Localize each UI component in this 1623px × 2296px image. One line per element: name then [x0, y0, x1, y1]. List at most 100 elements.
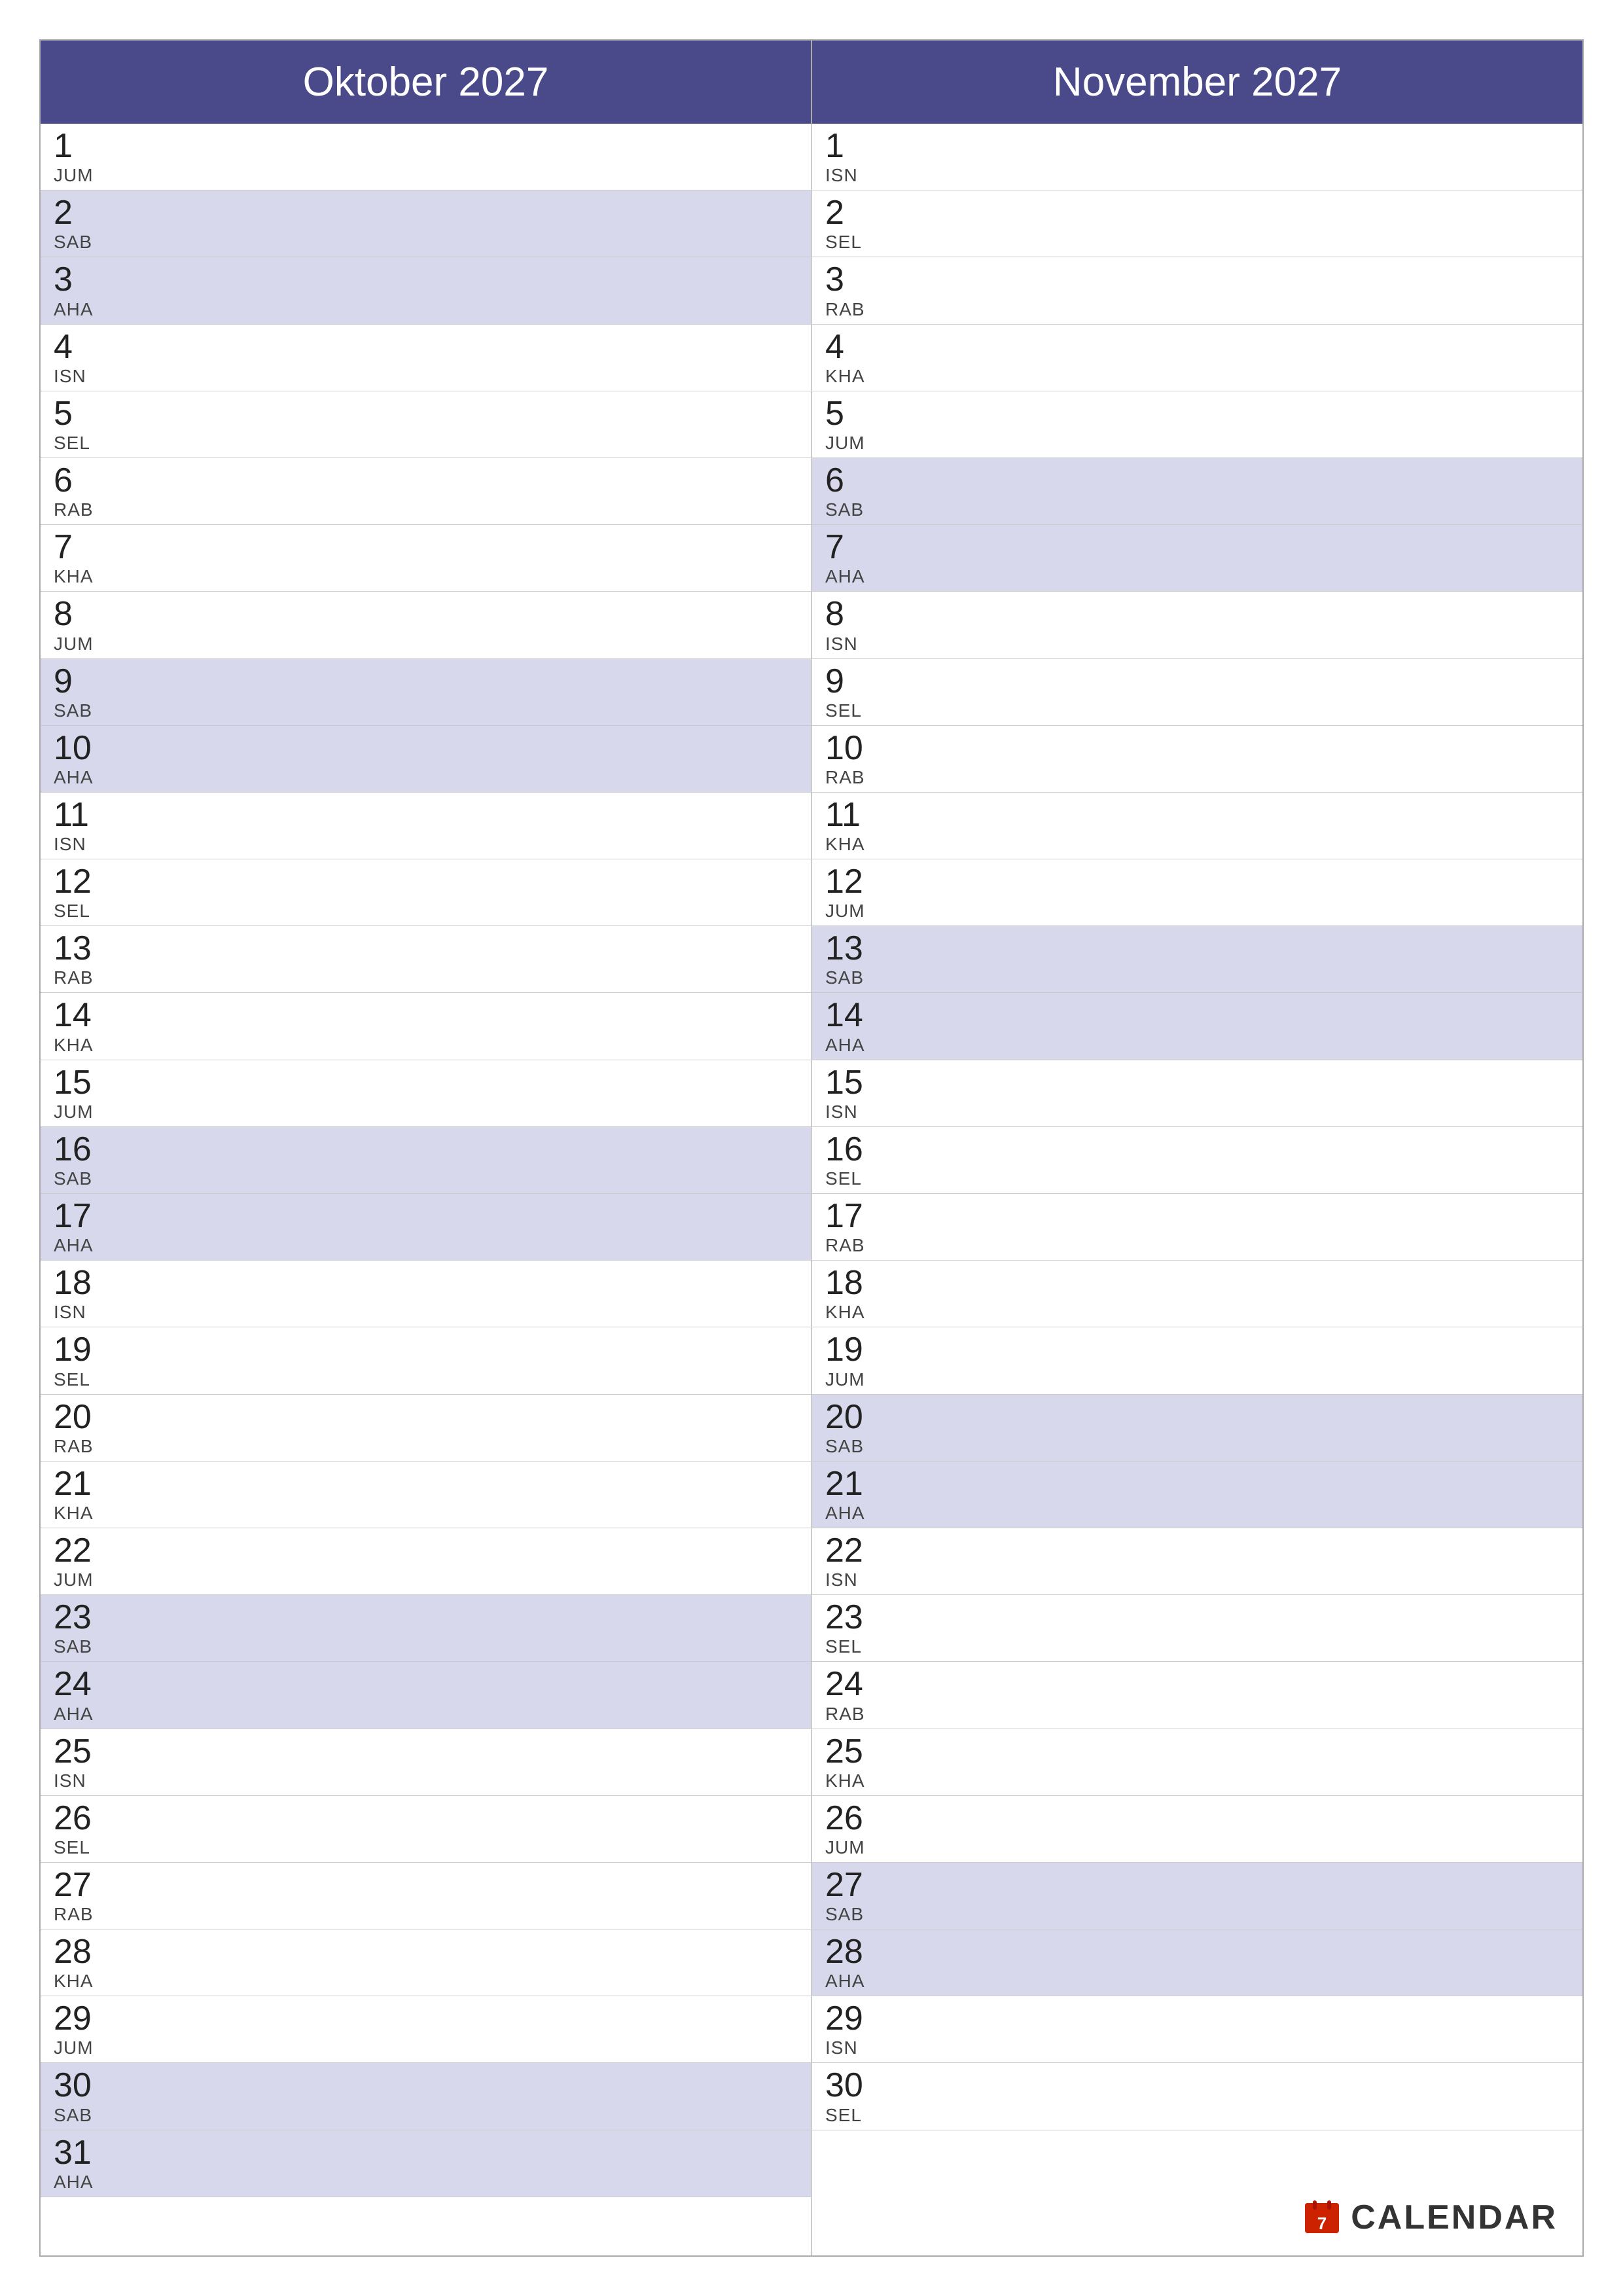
day-number: 10: [54, 730, 798, 767]
day-row: 4ISN: [41, 325, 811, 391]
day-number: 14: [54, 997, 798, 1034]
day-row: 25KHA: [812, 1729, 1582, 1796]
month-header-1: November 2027: [812, 41, 1582, 124]
day-row: 19SEL: [41, 1327, 811, 1394]
day-number: 12: [825, 863, 1569, 901]
day-row: 16SAB: [41, 1127, 811, 1194]
day-abbr: KHA: [825, 1302, 1569, 1323]
day-abbr: SEL: [825, 1168, 1569, 1189]
day-row: 10AHA: [41, 726, 811, 793]
day-row: 31AHA: [41, 2130, 811, 2197]
day-abbr: AHA: [54, 2172, 798, 2193]
day-abbr: SEL: [54, 1369, 798, 1390]
day-number: 30: [54, 2067, 798, 2104]
day-abbr: JUM: [54, 634, 798, 655]
day-row: 27RAB: [41, 1863, 811, 1929]
day-row: 12SEL: [41, 859, 811, 926]
day-number: 27: [54, 1867, 798, 1904]
day-abbr: JUM: [825, 901, 1569, 922]
day-abbr: AHA: [54, 299, 798, 320]
calendar-grid: Oktober 2027November 2027 1JUM2SAB3AHA4I…: [39, 39, 1584, 2257]
day-number: 15: [825, 1064, 1569, 1102]
day-abbr: SAB: [825, 1436, 1569, 1457]
day-row: 18KHA: [812, 1261, 1582, 1327]
day-abbr: KHA: [825, 366, 1569, 387]
day-row: 28AHA: [812, 1929, 1582, 1996]
day-number: 9: [54, 663, 798, 700]
day-number: 13: [825, 930, 1569, 967]
day-abbr: KHA: [54, 1503, 798, 1524]
day-number: 16: [825, 1131, 1569, 1168]
day-abbr: JUM: [825, 1837, 1569, 1858]
day-number: 7: [825, 529, 1569, 566]
day-number: 20: [54, 1399, 798, 1436]
calendar-logo-icon: 7: [1302, 2198, 1342, 2237]
day-row: 17AHA: [41, 1194, 811, 1261]
day-abbr: RAB: [54, 1904, 798, 1925]
day-abbr: AHA: [54, 1704, 798, 1725]
day-row: 2SEL: [812, 190, 1582, 257]
day-number: 29: [825, 2000, 1569, 2037]
day-number: 24: [825, 1666, 1569, 1703]
day-abbr: SEL: [825, 1636, 1569, 1657]
day-abbr: SAB: [54, 1168, 798, 1189]
day-abbr: JUM: [54, 1570, 798, 1590]
day-number: 1: [54, 128, 798, 165]
day-abbr: RAB: [54, 967, 798, 988]
day-number: 22: [825, 1532, 1569, 1570]
day-row: 3RAB: [812, 257, 1582, 324]
day-row: 6SAB: [812, 458, 1582, 525]
logo-wrapper: 7 CALENDAR: [1302, 2198, 1558, 2237]
day-row: 24AHA: [41, 1662, 811, 1729]
day-number: 25: [54, 1733, 798, 1770]
day-row: 28KHA: [41, 1929, 811, 1996]
day-number: 22: [54, 1532, 798, 1570]
day-row: 16SEL: [812, 1127, 1582, 1194]
day-number: 25: [825, 1733, 1569, 1770]
day-abbr: RAB: [825, 299, 1569, 320]
day-abbr: KHA: [54, 1035, 798, 1056]
day-row: 9SEL: [812, 659, 1582, 726]
day-abbr: JUM: [54, 1102, 798, 1122]
day-number: 6: [54, 462, 798, 499]
day-abbr: SEL: [54, 1837, 798, 1858]
day-abbr: SEL: [54, 901, 798, 922]
day-number: 12: [54, 863, 798, 901]
days-container: 1JUM2SAB3AHA4ISN5SEL6RAB7KHA8JUM9SAB10AH…: [41, 124, 1582, 2255]
day-abbr: SEL: [54, 433, 798, 454]
day-number: 5: [54, 395, 798, 433]
day-number: 2: [54, 194, 798, 232]
day-abbr: SAB: [825, 499, 1569, 520]
day-row: 3AHA: [41, 257, 811, 324]
day-row: 8ISN: [812, 592, 1582, 658]
day-row: 27SAB: [812, 1863, 1582, 1929]
day-number: 3: [54, 261, 798, 298]
header-row: Oktober 2027November 2027: [41, 41, 1582, 124]
day-abbr: SAB: [825, 1904, 1569, 1925]
day-row: 30SAB: [41, 2063, 811, 2130]
day-row: 13RAB: [41, 926, 811, 993]
day-row: 11ISN: [41, 793, 811, 859]
day-number: 6: [825, 462, 1569, 499]
day-number: 23: [54, 1599, 798, 1636]
logo-text: CALENDAR: [1351, 2198, 1558, 2237]
day-abbr: JUM: [825, 433, 1569, 454]
day-number: 15: [54, 1064, 798, 1102]
day-number: 28: [825, 1933, 1569, 1971]
day-number: 9: [825, 663, 1569, 700]
day-abbr: SEL: [825, 232, 1569, 253]
day-row: 10RAB: [812, 726, 1582, 793]
day-abbr: RAB: [825, 1235, 1569, 1256]
day-abbr: RAB: [54, 499, 798, 520]
day-abbr: JUM: [825, 1369, 1569, 1390]
day-row: 7AHA: [812, 525, 1582, 592]
day-abbr: ISN: [825, 2037, 1569, 2058]
day-row: 4KHA: [812, 325, 1582, 391]
day-row: 13SAB: [812, 926, 1582, 993]
day-abbr: AHA: [825, 1035, 1569, 1056]
day-row: 9SAB: [41, 659, 811, 726]
day-row: 29JUM: [41, 1996, 811, 2063]
day-number: 8: [54, 596, 798, 633]
day-number: 17: [825, 1198, 1569, 1235]
day-abbr: KHA: [825, 1770, 1569, 1791]
